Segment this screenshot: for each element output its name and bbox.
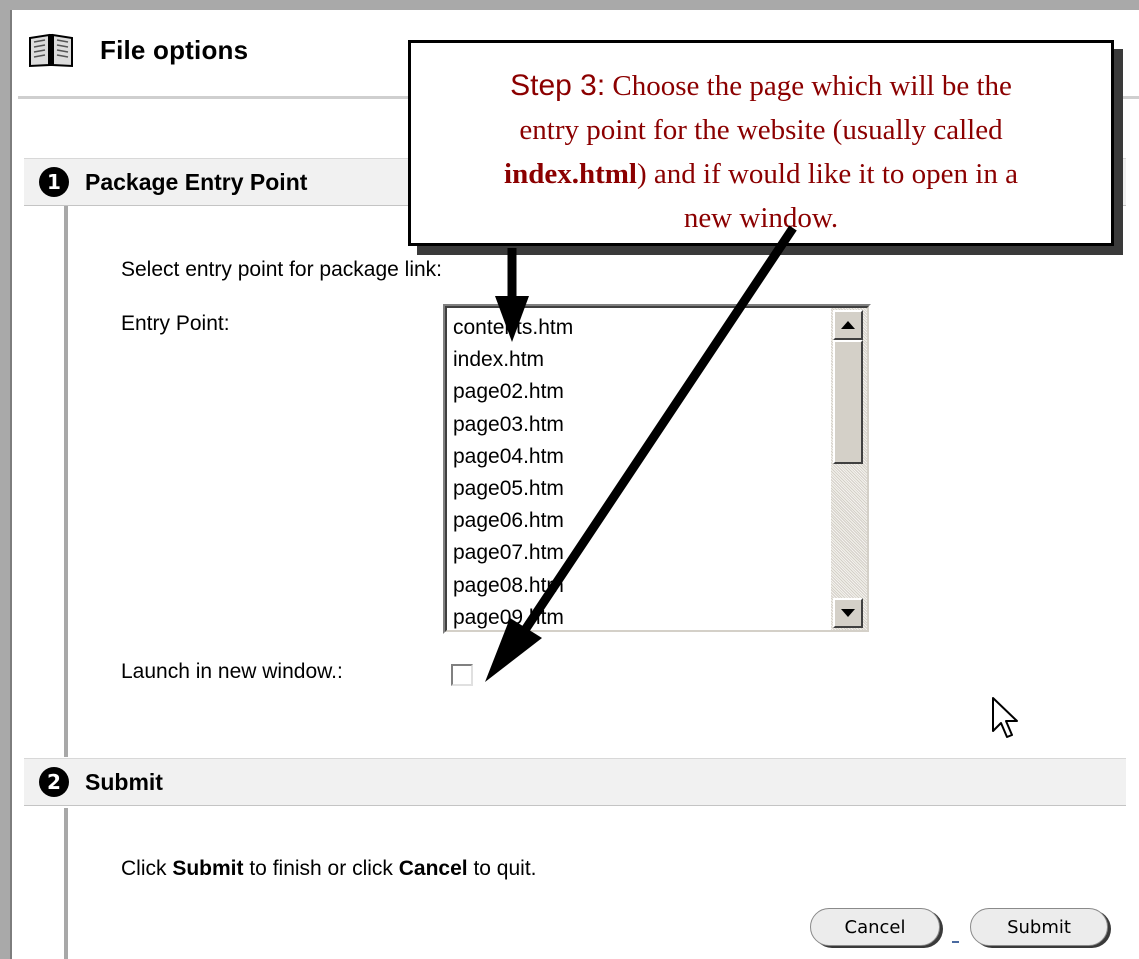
instruction-text: to quit. xyxy=(467,857,537,880)
instruction-submit-word: Submit xyxy=(172,857,244,880)
file-list-item[interactable]: page06.htm xyxy=(453,505,827,537)
instruction-text: Click xyxy=(121,857,173,880)
section2-guide-line xyxy=(64,808,68,959)
callout-text: Choose the page which will be the xyxy=(605,70,1012,102)
callout-step-label: Step 3: xyxy=(510,69,606,102)
section-title: Submit xyxy=(85,768,163,795)
instruction-cancel-word: Cancel xyxy=(398,857,468,880)
window-frame-top xyxy=(0,0,1139,10)
entry-point-instruction: Select entry point for package link: xyxy=(121,258,443,281)
callout-line: index.html) and if would like it to open… xyxy=(411,152,1111,196)
file-list-item[interactable]: page07.htm xyxy=(453,537,827,569)
chevron-down-icon xyxy=(841,609,855,617)
callout-line: Step 3: Choose the page which will be th… xyxy=(411,64,1111,108)
launch-new-window-checkbox[interactable] xyxy=(451,664,473,686)
file-list-item[interactable]: contents.htm xyxy=(453,312,827,344)
file-list-item[interactable]: page03.htm xyxy=(453,409,827,441)
instruction-text: to finish or click xyxy=(243,857,399,880)
file-list-item[interactable]: page08.htm xyxy=(453,570,827,602)
step-number-badge: 1 xyxy=(39,167,69,197)
submit-button[interactable]: Submit xyxy=(970,908,1108,946)
file-list[interactable]: contents.htm index.htm page02.htm page03.ht… xyxy=(453,312,827,630)
callout-line: entry point for the website (usually cal… xyxy=(519,114,1003,146)
listbox-scrollbar[interactable] xyxy=(831,308,867,630)
page-header: File options xyxy=(28,28,248,72)
step3-callout: Step 3: Choose the page which will be th… xyxy=(408,40,1114,246)
launch-window-label: Launch in new window.: xyxy=(121,660,343,683)
submit-instruction: Click Submit to finish or click Cancel t… xyxy=(121,857,537,881)
mouse-pointer-icon xyxy=(992,697,1018,738)
entry-point-listbox[interactable]: contents.htm index.htm page02.htm page03.ht… xyxy=(443,304,871,634)
open-book-icon xyxy=(29,33,73,68)
scroll-up-button[interactable] xyxy=(833,310,863,340)
button-separator xyxy=(952,941,959,943)
file-list-item[interactable]: page09.htm xyxy=(453,602,827,630)
scroll-down-button[interactable] xyxy=(833,598,863,628)
callout-filename: index.html xyxy=(504,158,637,190)
window-frame-left-shadow xyxy=(10,10,12,959)
callout-line: new window. xyxy=(683,202,839,234)
file-list-item[interactable]: index.htm xyxy=(453,344,827,376)
callout-text: ) and if would like it to open in a xyxy=(636,158,1018,190)
page-title: File options xyxy=(100,34,249,65)
step-number-badge: 2 xyxy=(39,767,69,797)
section-header-submit: 2 Submit xyxy=(24,758,1126,806)
section-title: Package Entry Point xyxy=(85,168,308,195)
file-list-item[interactable]: page04.htm xyxy=(453,441,827,473)
file-list-item[interactable]: page02.htm xyxy=(453,376,827,408)
window-frame-left xyxy=(0,0,10,959)
file-list-item[interactable]: page05.htm xyxy=(453,473,827,505)
cancel-button[interactable]: Cancel xyxy=(810,908,940,946)
entry-point-label: Entry Point: xyxy=(121,312,230,335)
chevron-up-icon xyxy=(841,321,855,329)
scroll-thumb[interactable] xyxy=(833,340,863,464)
section1-guide-line xyxy=(64,180,68,757)
